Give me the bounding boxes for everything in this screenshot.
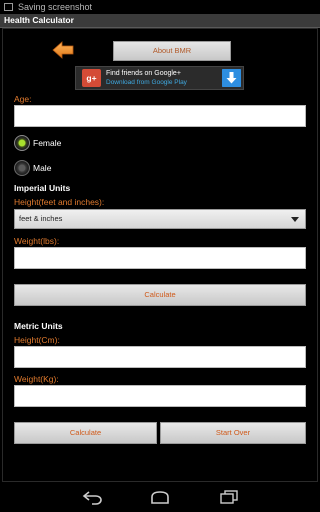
download-icon[interactable] bbox=[222, 69, 241, 87]
female-label: Female bbox=[33, 138, 62, 148]
nav-back-icon[interactable] bbox=[82, 489, 104, 505]
metric-height-label: Height(Cm): bbox=[14, 335, 60, 345]
system-nav-bar bbox=[0, 482, 320, 512]
height-unit-select[interactable]: feet & inches bbox=[14, 209, 306, 229]
imperial-units-heading: Imperial Units bbox=[14, 183, 71, 193]
female-radio[interactable] bbox=[14, 135, 30, 151]
male-radio[interactable] bbox=[14, 160, 30, 176]
height-unit-value: feet & inches bbox=[19, 214, 63, 223]
about-bmr-button[interactable]: About BMR bbox=[113, 41, 231, 61]
metric-height-input[interactable] bbox=[14, 346, 306, 368]
age-input[interactable] bbox=[14, 105, 306, 127]
nav-recents-icon[interactable] bbox=[218, 489, 240, 505]
imperial-calculate-button[interactable]: Calculate bbox=[14, 284, 306, 306]
imperial-weight-label: Weight(lbs): bbox=[14, 236, 60, 246]
imperial-height-label: Height(feet and inches): bbox=[14, 197, 105, 207]
status-bar: Saving screenshot bbox=[0, 0, 320, 14]
status-text: Saving screenshot bbox=[18, 2, 93, 12]
nav-home-icon[interactable] bbox=[149, 489, 171, 505]
ad-subline: Download from Google Play bbox=[106, 79, 187, 86]
google-plus-icon: g+ bbox=[82, 69, 101, 87]
app-title-bar: Health Calculator bbox=[0, 14, 320, 28]
imperial-weight-input[interactable] bbox=[14, 247, 306, 269]
metric-weight-label: Weight(Kg): bbox=[14, 374, 59, 384]
back-arrow-icon[interactable] bbox=[52, 41, 74, 59]
ad-banner[interactable]: g+ Find friends on Google+ Download from… bbox=[75, 66, 244, 90]
metric-calculate-button[interactable]: Calculate bbox=[14, 422, 157, 444]
age-label: Age: bbox=[14, 94, 32, 104]
male-label: Male bbox=[33, 163, 52, 173]
dropdown-caret-icon bbox=[291, 217, 299, 222]
screenshot-icon bbox=[4, 3, 13, 11]
start-over-button[interactable]: Start Over bbox=[160, 422, 306, 444]
metric-weight-input[interactable] bbox=[14, 385, 306, 407]
ad-headline: Find friends on Google+ bbox=[106, 70, 181, 77]
metric-units-heading: Metric Units bbox=[14, 321, 63, 331]
app-title: Health Calculator bbox=[4, 15, 74, 25]
